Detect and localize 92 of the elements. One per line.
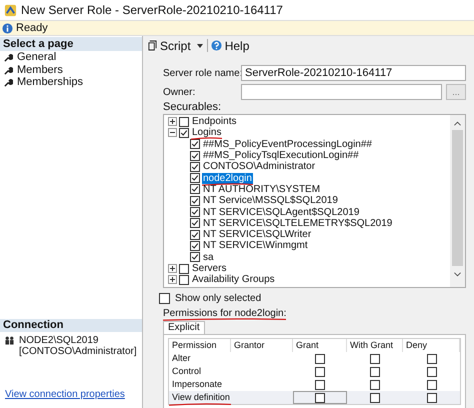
checkbox-label: Show only selected: [175, 292, 262, 306]
script-button[interactable]: Script: [147, 36, 204, 54]
sidebar-item[interactable]: Members: [0, 64, 142, 76]
tree-item[interactable]: ##MS_PolicyEventProcessingLogin##: [202, 138, 373, 150]
table-cell[interactable]: Alter: [169, 352, 231, 365]
expand-icon[interactable]: [168, 264, 177, 273]
script-icon: [148, 40, 157, 51]
table-cell[interactable]: Impersonate: [169, 378, 231, 391]
checkbox[interactable]: [190, 252, 200, 262]
section-header: Connection: [0, 319, 142, 332]
collapse-icon[interactable]: [168, 128, 177, 138]
tree-item[interactable]: Availability Groups: [191, 274, 276, 286]
checkbox[interactable]: [315, 392, 325, 402]
permissions-label: Permissions for node2login:: [163, 308, 286, 319]
expand-icon[interactable]: [168, 117, 177, 126]
column-header: Deny: [403, 339, 460, 352]
help-icon: [210, 40, 222, 51]
tree-item[interactable]: Endpoints: [191, 116, 238, 128]
section-header: Select a page: [0, 37, 142, 51]
tree-item[interactable]: NT SERVICE\SQLTELEMETRY$SQL2019: [202, 218, 394, 229]
wrench-icon: [4, 53, 13, 62]
sidebar-item[interactable]: General: [0, 52, 142, 64]
column-header: Grant: [293, 339, 347, 352]
users-icon: [4, 336, 15, 345]
checkbox[interactable]: [179, 116, 189, 127]
checkbox[interactable]: [190, 196, 200, 206]
checkbox[interactable]: [315, 380, 325, 390]
tree-item[interactable]: NT SERVICE\SQLWriter: [202, 229, 312, 240]
help-button[interactable]: Help: [210, 36, 250, 54]
checkbox[interactable]: [315, 354, 325, 364]
tree-item[interactable]: Servers: [191, 263, 228, 274]
scroll-down-icon[interactable]: [454, 272, 461, 277]
checkbox[interactable]: [426, 380, 436, 390]
table-cell[interactable]: Control: [169, 365, 231, 378]
checkbox[interactable]: [190, 184, 200, 194]
window-title: New Server Role - ServerRole-20210210-164117: [21, 2, 283, 19]
expand-icon[interactable]: [168, 275, 177, 284]
tree-item[interactable]: ##MS_PolicyTsqlExecutionLogin##: [202, 150, 360, 162]
checkbox[interactable]: [179, 128, 189, 138]
checkbox[interactable]: [190, 240, 200, 251]
tab[interactable]: Explicit: [163, 321, 205, 334]
status-text: Ready: [16, 20, 48, 36]
checkbox[interactable]: [190, 173, 200, 184]
checkbox[interactable]: [190, 207, 200, 218]
checkbox[interactable]: [370, 354, 380, 364]
owner-field[interactable]: [241, 84, 442, 100]
user-name: [CONTOSO\Administrator]: [19, 346, 137, 357]
checkbox[interactable]: [190, 150, 200, 161]
connection-properties-link[interactable]: View connection properties: [0, 387, 142, 408]
table-cell[interactable]: View definition: [169, 391, 231, 404]
field-label: Owner:: [163, 86, 196, 100]
sidebar-item[interactable]: Memberships: [0, 76, 142, 88]
wrench-icon: [4, 78, 13, 87]
checkbox[interactable]: [370, 392, 380, 402]
checkbox[interactable]: [190, 218, 200, 228]
checkbox[interactable]: [179, 264, 189, 274]
app-icon: [4, 4, 17, 16]
checkbox[interactable]: [190, 162, 200, 172]
column-header: Grantor: [231, 339, 293, 352]
tree-item[interactable]: CONTOSO\Administrator: [202, 161, 316, 172]
checkbox[interactable]: [159, 293, 170, 304]
scroll-thumb[interactable]: [452, 130, 463, 266]
wrench-icon: [4, 66, 13, 74]
caret-icon: [196, 44, 203, 48]
tree-item[interactable]: node2login: [202, 172, 253, 184]
field-label: Securables:: [163, 102, 222, 113]
tree-item[interactable]: NT SERVICE\Winmgmt: [202, 240, 309, 252]
checkbox[interactable]: [315, 366, 325, 376]
annotation-underline: [169, 403, 231, 406]
annotation-underline: [202, 182, 253, 186]
tree-item[interactable]: NT SERVICE\SQLAgent$SQL2019: [202, 206, 360, 218]
checkbox[interactable]: [179, 274, 189, 285]
browse-button[interactable]: ...: [446, 84, 466, 100]
tree-item[interactable]: NT AUTHORITY\SYSTEM: [202, 184, 322, 195]
checkbox[interactable]: [370, 380, 380, 390]
server-name: NODE2\SQL2019: [19, 335, 100, 346]
tree-item[interactable]: Logins: [191, 127, 222, 138]
checkbox[interactable]: [190, 230, 200, 240]
checkbox[interactable]: [190, 139, 200, 150]
info-icon: [2, 22, 13, 34]
column-header: With Grant: [347, 339, 403, 352]
checkbox[interactable]: [426, 392, 436, 402]
scrollbar[interactable]: [450, 115, 465, 287]
role-name-field[interactable]: ServerRole-20210210-164117: [241, 65, 466, 81]
tree-item[interactable]: NT Service\MSSQL$SQL2019: [202, 195, 339, 206]
checkbox[interactable]: [370, 366, 380, 376]
checkbox[interactable]: [426, 366, 436, 376]
column-header: Permission: [169, 339, 231, 352]
annotation-underline: [191, 137, 222, 140]
scroll-up-icon[interactable]: [454, 121, 461, 126]
tree-item[interactable]: sa: [202, 252, 215, 263]
checkbox[interactable]: [426, 354, 436, 364]
